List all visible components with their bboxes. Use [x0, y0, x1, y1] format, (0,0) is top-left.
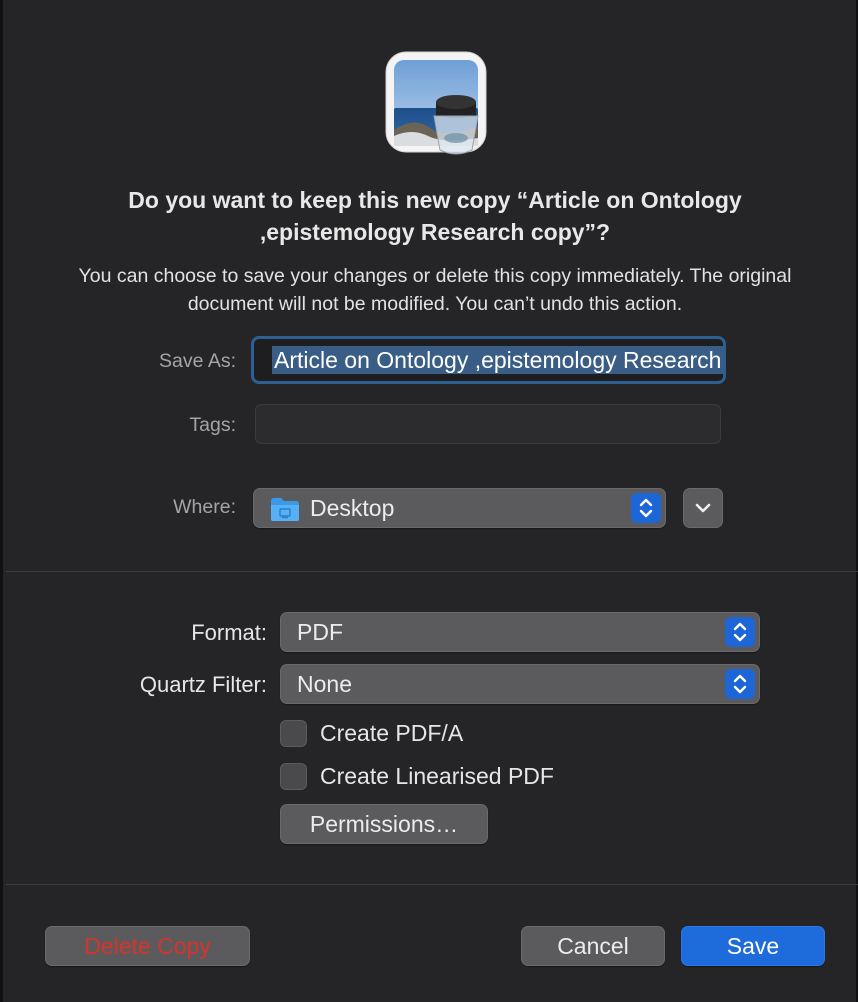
tags-label: Tags: — [189, 414, 236, 436]
dialog-subtitle: You can choose to save your changes or d… — [78, 265, 792, 315]
create-pdfa-label: Create PDF/A — [320, 720, 464, 746]
save-dialog: Do you want to keep this new copy “Artic… — [0, 0, 858, 1002]
delete-copy-button[interactable]: Delete Copy — [45, 926, 250, 966]
folder-icon — [271, 498, 299, 521]
save-as-value: Article on Ontology ,epistemology Resear… — [272, 346, 723, 374]
save-button[interactable]: Save — [681, 926, 825, 966]
preview-app-icon — [385, 51, 487, 155]
footer-divider — [6, 884, 858, 885]
chevron-updown-icon — [631, 493, 661, 523]
where-label: Where: — [173, 496, 236, 518]
format-popup[interactable]: PDF — [280, 612, 760, 652]
create-linearised-option[interactable]: Create Linearised PDF — [280, 761, 620, 791]
save-as-input[interactable]: Article on Ontology ,epistemology Resear… — [251, 336, 726, 384]
create-pdfa-option[interactable]: Create PDF/A — [280, 718, 580, 748]
section-divider — [6, 571, 858, 572]
save-as-label: Save As: — [159, 350, 236, 372]
chevron-down-icon — [695, 503, 711, 513]
format-label: Format: — [191, 620, 267, 645]
where-popup[interactable]: Desktop — [253, 488, 666, 528]
create-linearised-label: Create Linearised PDF — [320, 763, 554, 789]
chevron-updown-icon — [725, 617, 755, 647]
where-value: Desktop — [310, 495, 395, 521]
quartz-filter-popup[interactable]: None — [280, 664, 760, 704]
expand-browser-button[interactable] — [683, 488, 723, 528]
quartz-filter-label: Quartz Filter: — [139, 672, 267, 697]
tags-input[interactable] — [255, 404, 721, 444]
permissions-button[interactable]: Permissions… — [280, 804, 488, 844]
dialog-title: Do you want to keep this new copy “Artic… — [128, 187, 742, 245]
create-pdfa-checkbox[interactable] — [280, 720, 307, 747]
cancel-button[interactable]: Cancel — [521, 926, 665, 966]
chevron-updown-icon — [725, 669, 755, 699]
create-linearised-checkbox[interactable] — [280, 763, 307, 790]
format-value: PDF — [297, 619, 343, 645]
quartz-filter-value: None — [297, 671, 352, 697]
